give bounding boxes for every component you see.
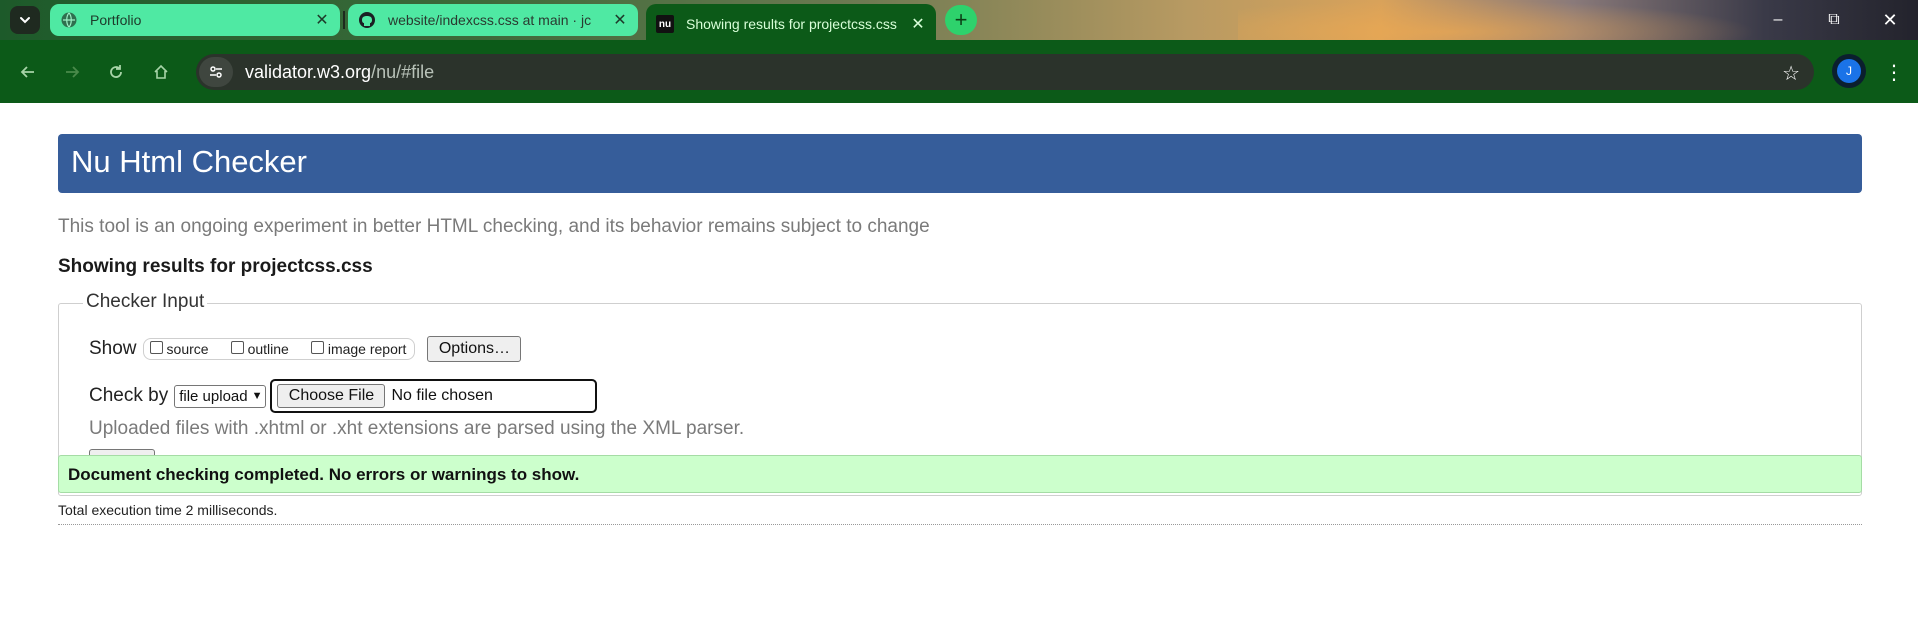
url-path: /nu/#file — [371, 61, 435, 82]
page-subtitle: This tool is an ongoing experiment in be… — [58, 216, 930, 237]
back-button[interactable] — [12, 56, 44, 88]
results-heading: Showing results for projectcss.css — [58, 256, 373, 277]
browser-toolbar: validator.w3.org/nu/#file ☆ J ⋮ — [0, 40, 1918, 103]
menu-icon[interactable]: ⋮ — [1882, 56, 1906, 88]
tab-strip: Portfolio ✕ website/indexcss.css at main… — [0, 0, 1918, 40]
divider — [58, 524, 1862, 525]
close-icon: ✕ — [1882, 9, 1898, 30]
close-window-button[interactable]: ✕ — [1862, 0, 1918, 40]
globe-icon — [60, 11, 78, 29]
tab-search-button[interactable] — [10, 6, 40, 34]
select-value: file upload — [179, 387, 248, 405]
wallpaper-glow — [1238, 0, 1758, 40]
reload-button[interactable] — [100, 56, 132, 88]
checkbox-box[interactable] — [310, 340, 324, 354]
image-report-checkbox[interactable]: image report — [310, 340, 407, 357]
checkbox-box[interactable] — [230, 340, 244, 354]
show-label: Show — [89, 338, 137, 359]
home-icon — [154, 64, 168, 79]
restore-icon: ⧉ — [1828, 11, 1840, 28]
upload-note: Uploaded files with .xhtml or .xht exten… — [89, 418, 745, 439]
file-upload-input[interactable]: Choose File No file chosen — [270, 379, 598, 413]
nu-icon: nu — [656, 15, 674, 33]
arrow-left-icon — [20, 66, 34, 78]
profile-button[interactable]: J — [1832, 54, 1866, 88]
outline-checkbox[interactable]: outline — [230, 340, 289, 357]
fieldset-legend: Checker Input — [83, 291, 208, 313]
url-host: validator.w3.org — [245, 61, 372, 82]
check-by-label: Check by — [89, 385, 169, 406]
checkbox-label: outline — [247, 341, 289, 357]
site-info-button[interactable] — [199, 57, 233, 87]
close-icon[interactable]: ✕ — [612, 12, 628, 29]
github-icon — [358, 11, 376, 29]
checkbox-label: image report — [327, 341, 407, 357]
show-row: Show source outline image report Options… — [89, 336, 522, 362]
nu-favicon-text: nu — [658, 18, 672, 30]
bookmark-star-icon[interactable]: ☆ — [1782, 61, 1800, 86]
tab-divider — [343, 11, 345, 29]
tab-github[interactable]: website/indexcss.css at main · jc ✕ — [348, 4, 638, 36]
source-checkbox[interactable]: source — [149, 340, 209, 357]
close-icon[interactable]: ✕ — [910, 16, 926, 33]
plus-icon: + — [954, 7, 968, 32]
choose-file-button[interactable]: Choose File — [277, 384, 386, 408]
check-by-select[interactable]: file upload ▼ — [174, 384, 267, 408]
tab-validator-active[interactable]: nu Showing results for projectcss.css ✕ — [646, 4, 936, 40]
execution-time: Total execution time 2 milliseconds. — [58, 502, 278, 518]
checkbox-box[interactable] — [149, 340, 163, 354]
tab-title: Showing results for projectcss.css — [686, 16, 897, 32]
forward-button[interactable] — [56, 56, 88, 88]
tab-title: website/indexcss.css at main · jc — [388, 12, 592, 28]
avatar: J — [1837, 59, 1861, 83]
arrow-right-icon — [66, 66, 80, 78]
restore-button[interactable]: ⧉ — [1806, 0, 1862, 40]
close-icon[interactable]: ✕ — [314, 12, 330, 29]
address-bar[interactable]: validator.w3.org/nu/#file ☆ — [196, 54, 1814, 90]
chevron-down-icon: ▼ — [251, 390, 263, 402]
tab-title: Portfolio — [90, 12, 142, 28]
minimize-button[interactable]: – — [1750, 0, 1806, 40]
file-status: No file chosen — [391, 387, 493, 404]
result-success-message: Document checking completed. No errors o… — [58, 455, 1862, 493]
new-tab-button[interactable]: + — [945, 5, 977, 35]
url-text: validator.w3.org/nu/#file — [245, 62, 434, 83]
options-button[interactable]: Options… — [427, 336, 522, 362]
page-title: Nu Html Checker — [58, 134, 1862, 193]
checkbox-label: source — [166, 341, 209, 357]
check-by-row: Check by file upload ▼ Choose File No fi… — [89, 379, 598, 413]
reload-icon — [110, 65, 122, 78]
chevron-down-icon — [20, 17, 30, 24]
page-content: Nu Html Checker This tool is an ongoing … — [0, 103, 1918, 638]
home-button[interactable] — [145, 56, 177, 88]
show-options-group: source outline image report — [142, 338, 416, 360]
tab-portfolio[interactable]: Portfolio ✕ — [50, 4, 340, 36]
tune-icon — [210, 66, 222, 78]
minimize-icon: – — [1773, 11, 1783, 28]
